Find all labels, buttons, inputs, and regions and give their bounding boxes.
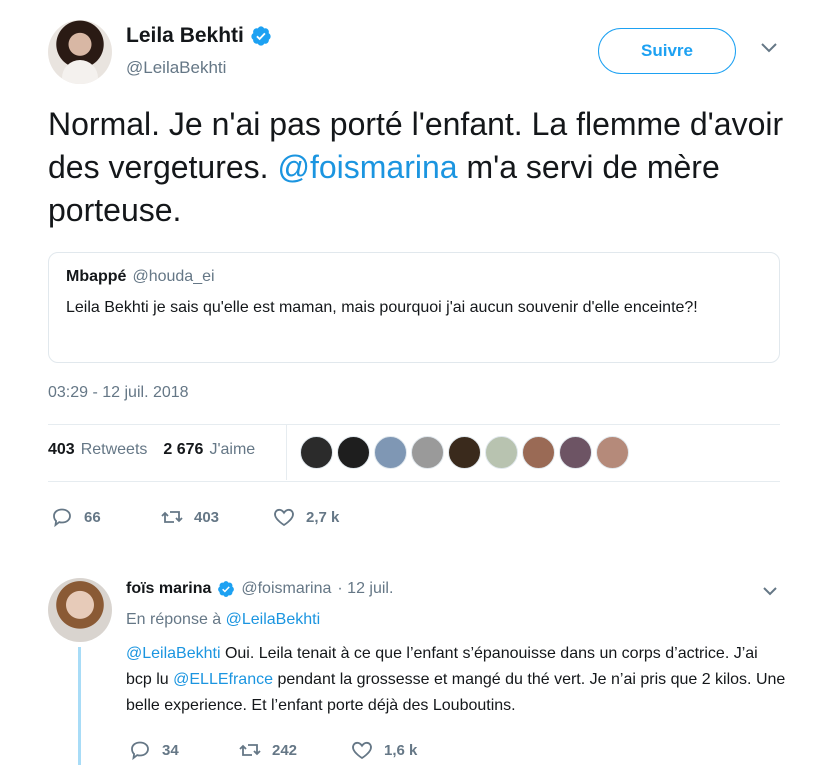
reply-icon xyxy=(53,508,71,528)
tweet-text: Normal. Je n'ai pas porté l'enfant. La f… xyxy=(48,103,798,232)
divider xyxy=(48,424,780,425)
liker-avatar[interactable] xyxy=(559,436,592,469)
author-name-row: Leila Bekhti xyxy=(126,24,272,48)
reply-header: foïs marina @foismarina · 12 juil. xyxy=(126,580,393,598)
reply-icon xyxy=(131,741,149,761)
quoted-tweet-text: Leila Bekhti je sais qu'elle est maman, … xyxy=(66,299,698,316)
reply-author-avatar[interactable] xyxy=(48,578,112,642)
author-avatar[interactable] xyxy=(48,20,112,84)
like-count[interactable]: 2 676 xyxy=(163,441,203,459)
quoted-author-handle: @houda_ei xyxy=(132,268,215,285)
divider xyxy=(48,481,780,482)
thread-line xyxy=(78,647,81,765)
quoted-tweet[interactable]: Mbappé @houda_ei Leila Bekhti je sais qu… xyxy=(48,252,780,363)
retweet-action[interactable]: 403 xyxy=(160,505,258,529)
like-action[interactable]: 1,6 k xyxy=(350,738,417,762)
verified-badge-icon xyxy=(251,26,271,46)
retweet-icon xyxy=(239,744,261,756)
retweet-icon xyxy=(161,511,183,523)
reply-more-options-chevron-icon[interactable] xyxy=(762,586,778,597)
liker-avatar[interactable] xyxy=(337,436,370,469)
quoted-tweet-header: Mbappé @houda_ei xyxy=(66,268,762,286)
replying-prefix: En réponse à xyxy=(126,611,226,628)
retweet-action-count: 242 xyxy=(272,741,298,759)
reply-author-name[interactable]: foïs marina xyxy=(126,580,211,598)
retweet-label[interactable]: Retweets xyxy=(81,441,148,459)
heart-icon xyxy=(352,741,372,760)
reply-count: 66 xyxy=(84,508,101,526)
reply-action[interactable]: 34 xyxy=(128,738,224,762)
reply-author-handle[interactable]: @foismarina xyxy=(241,580,331,598)
like-action[interactable]: 2,7 k xyxy=(272,505,339,529)
retweet-count[interactable]: 403 xyxy=(48,441,75,459)
more-options-chevron-icon[interactable] xyxy=(760,42,778,54)
stats-separator xyxy=(286,425,287,480)
quoted-author-name: Mbappé xyxy=(66,268,127,285)
author-handle[interactable]: @LeilaBekhti xyxy=(126,58,226,78)
retweet-action-count: 403 xyxy=(194,508,220,526)
retweet-action[interactable]: 242 xyxy=(238,738,336,762)
replying-to-link[interactable]: @LeilaBekhti xyxy=(226,611,321,628)
follow-button[interactable]: Suivre xyxy=(598,28,736,74)
liker-avatar[interactable] xyxy=(522,436,555,469)
reply-action[interactable]: 66 xyxy=(50,505,146,529)
liker-avatar[interactable] xyxy=(596,436,629,469)
liker-avatar[interactable] xyxy=(374,436,407,469)
tweet-actions: 66 403 2,7 k xyxy=(50,505,339,529)
like-action-count: 1,6 k xyxy=(384,741,418,759)
heart-icon xyxy=(274,508,294,527)
like-label[interactable]: J'aime xyxy=(209,441,255,459)
like-action-count: 2,7 k xyxy=(306,508,340,526)
author-display-name[interactable]: Leila Bekhti xyxy=(126,24,244,48)
reply-date[interactable]: · 12 juil. xyxy=(337,580,393,598)
liker-avatar[interactable] xyxy=(448,436,481,469)
tweet-stats: 403 Retweets 2 676 J'aime xyxy=(48,441,265,459)
reply-mention-link[interactable]: @ELLEfrance xyxy=(173,671,273,688)
reply-actions: 34 242 1,6 k xyxy=(128,738,417,762)
liker-avatar[interactable] xyxy=(300,436,333,469)
reply-count: 34 xyxy=(162,741,179,759)
tweet-mention-link[interactable]: @foismarina xyxy=(277,149,457,185)
liker-avatars xyxy=(300,436,629,469)
replying-to: En réponse à @LeilaBekhti xyxy=(126,611,320,629)
liker-avatar[interactable] xyxy=(411,436,444,469)
reply-text: @LeilaBekhti Oui. Leila tenait à ce que … xyxy=(126,641,786,719)
liker-avatar[interactable] xyxy=(485,436,518,469)
tweet-timestamp[interactable]: 03:29 - 12 juil. 2018 xyxy=(48,384,189,402)
verified-badge-icon xyxy=(218,581,235,597)
reply-mention-link[interactable]: @LeilaBekhti xyxy=(126,645,221,662)
